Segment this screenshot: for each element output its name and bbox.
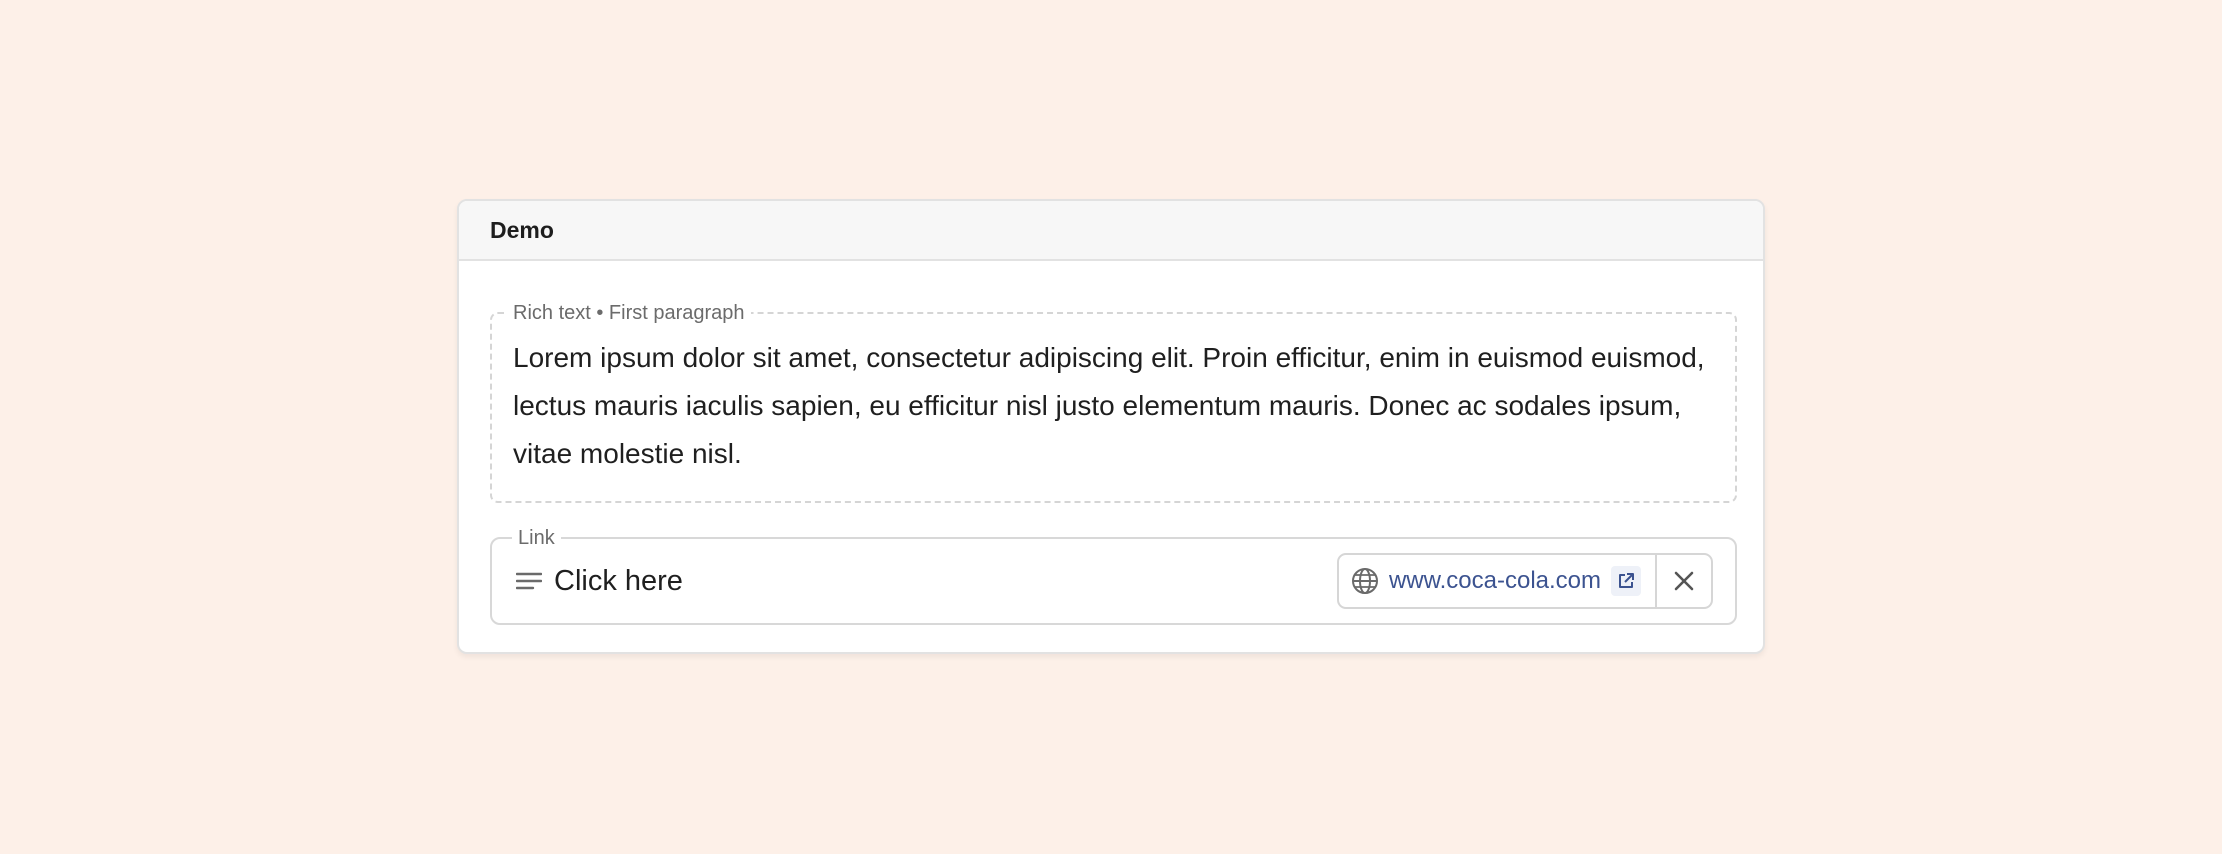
external-link-icon[interactable] — [1611, 566, 1641, 596]
globe-icon — [1351, 567, 1379, 595]
rich-text-paragraph[interactable]: Lorem ipsum dolor sit amet, consectetur … — [513, 334, 1714, 478]
card-title: Demo — [490, 216, 554, 243]
demo-card: Demo Rich text • First paragraph Lorem i… — [457, 199, 1765, 654]
clear-link-button[interactable] — [1657, 555, 1711, 607]
rich-text-field[interactable]: Rich text • First paragraph Lorem ipsum … — [490, 302, 1737, 503]
url-chip[interactable]: www.coca-cola.com — [1339, 555, 1657, 607]
url-link[interactable]: www.coca-cola.com — [1389, 567, 1601, 595]
link-text[interactable]: Click here — [554, 565, 683, 598]
close-icon — [1673, 570, 1695, 592]
lines-icon — [516, 571, 542, 591]
card-header: Demo — [459, 201, 1763, 261]
link-legend: Link — [512, 527, 561, 549]
rich-text-legend: Rich text • First paragraph — [507, 302, 751, 324]
url-group: www.coca-cola.com — [1336, 553, 1713, 609]
link-field[interactable]: Link Click here www.coca-cola.com — [490, 527, 1737, 625]
